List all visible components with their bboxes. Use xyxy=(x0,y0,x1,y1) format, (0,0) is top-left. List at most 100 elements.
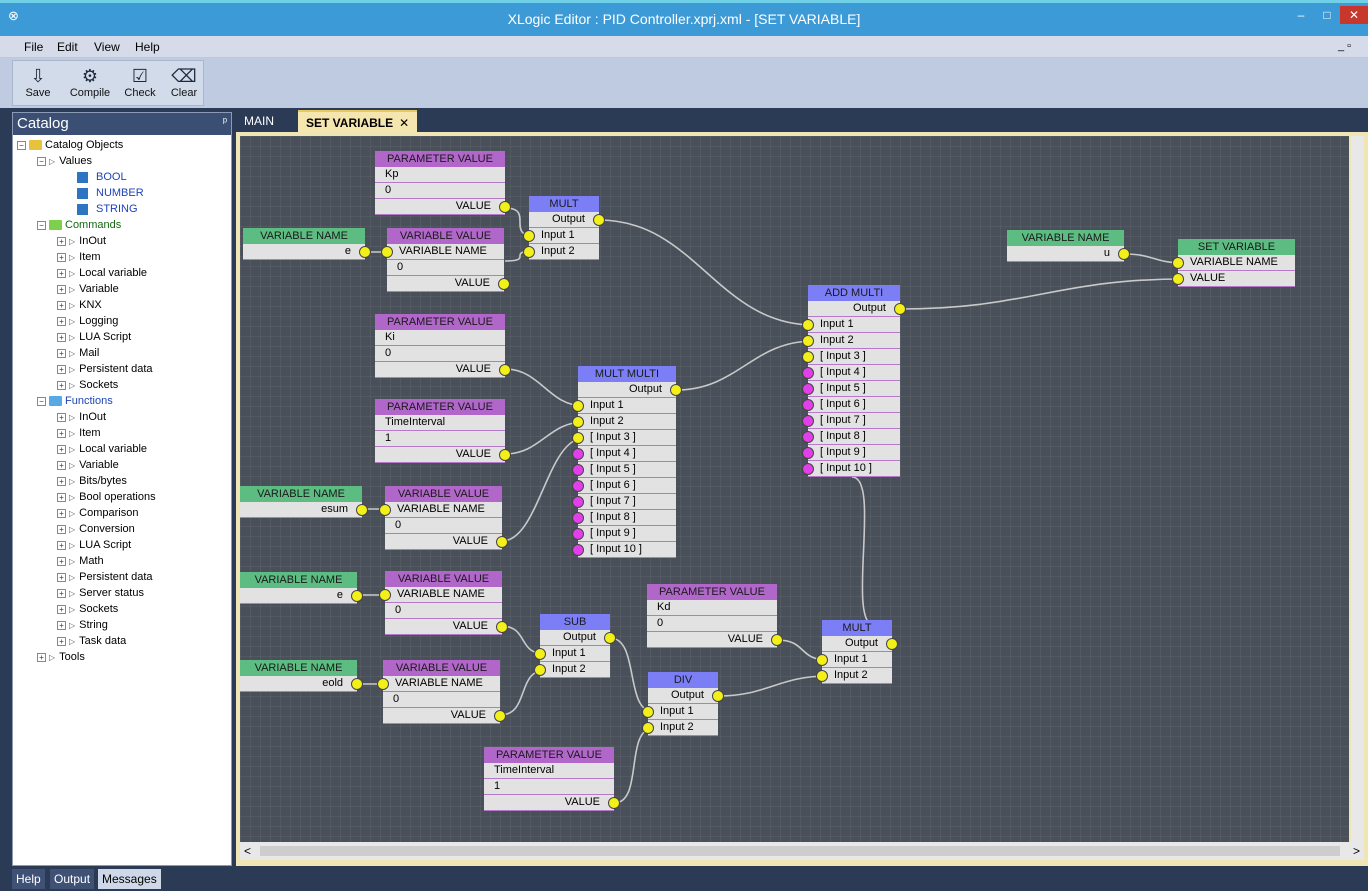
tree-item[interactable]: + ▷ Variable xyxy=(57,281,119,297)
output-port[interactable] xyxy=(608,797,620,809)
mult-node[interactable]: MULT Output Input 1 Input 2 xyxy=(523,196,605,260)
tab-set-variable[interactable]: SET VARIABLE ✕ xyxy=(298,110,418,132)
tree-item[interactable]: + ▷ Item xyxy=(57,249,101,265)
tree-item[interactable]: + ▷ InOut xyxy=(57,409,106,425)
output-port[interactable] xyxy=(494,710,506,722)
scroll-right-icon[interactable]: > xyxy=(1353,844,1360,858)
scroll-thumb[interactable] xyxy=(260,846,1340,856)
optional-port[interactable] xyxy=(572,464,584,476)
pin-icon[interactable]: ᵖ xyxy=(223,116,227,128)
input-port[interactable] xyxy=(1172,257,1184,269)
optional-port[interactable] xyxy=(802,447,814,459)
input-port[interactable] xyxy=(377,678,389,690)
sub-node[interactable]: SUB Output Input 1 Input 2 xyxy=(534,614,616,678)
menu-edit[interactable]: Edit xyxy=(57,40,78,54)
maximize-button[interactable]: □ xyxy=(1314,6,1340,24)
input-port[interactable] xyxy=(802,351,814,363)
output-port[interactable] xyxy=(593,214,605,226)
output-port[interactable] xyxy=(604,632,616,644)
tree-item[interactable]: + ▷ Task data xyxy=(57,633,126,649)
check-button[interactable]: ☑ Check xyxy=(119,65,161,105)
input-port[interactable] xyxy=(572,432,584,444)
tree-value-bool[interactable]: BOOL xyxy=(77,169,127,185)
menu-help[interactable]: Help xyxy=(135,40,160,54)
output-port[interactable] xyxy=(496,536,508,548)
tree-item[interactable]: + ▷ InOut xyxy=(57,233,106,249)
output-port[interactable] xyxy=(499,364,511,376)
optional-port[interactable] xyxy=(572,496,584,508)
tree-item[interactable]: + ▷ Comparison xyxy=(57,505,138,521)
tree-item[interactable]: + ▷ Bits/bytes xyxy=(57,473,127,489)
tab-close-icon[interactable]: ✕ xyxy=(399,116,409,130)
tree-functions[interactable]: − Functions xyxy=(37,393,113,409)
output-port[interactable] xyxy=(499,201,511,213)
variable-value-node[interactable]: VARIABLE VALUE VARIABLE NAME 0 VALUE xyxy=(377,660,506,724)
minimize-button[interactable]: – xyxy=(1288,6,1314,24)
output-port[interactable] xyxy=(356,504,368,516)
output-port[interactable] xyxy=(670,384,682,396)
input-port[interactable] xyxy=(816,670,828,682)
bottom-tab-output[interactable]: Output xyxy=(50,869,95,889)
input-port[interactable] xyxy=(802,335,814,347)
input-port[interactable] xyxy=(379,589,391,601)
output-port[interactable] xyxy=(498,278,510,290)
output-port[interactable] xyxy=(351,678,363,690)
tree-tools[interactable]: + ▷ Tools xyxy=(37,649,85,665)
output-port[interactable] xyxy=(351,590,363,602)
tree-item[interactable]: + ▷ Persistent data xyxy=(57,569,153,585)
parameter-value-node[interactable]: PARAMETER VALUE Kd 0 VALUE xyxy=(647,584,783,648)
optional-port[interactable] xyxy=(802,415,814,427)
tree-value-string[interactable]: STRING xyxy=(77,201,138,217)
tree-item[interactable]: + ▷ Bool operations xyxy=(57,489,156,505)
tree-item[interactable]: + ▷ KNX xyxy=(57,297,102,313)
input-port[interactable] xyxy=(816,654,828,666)
variable-name-node[interactable]: VARIABLE NAME eold xyxy=(240,660,363,692)
tree-item[interactable]: + ▷ Local variable xyxy=(57,441,147,457)
output-port[interactable] xyxy=(1118,248,1130,260)
variable-value-node[interactable]: VARIABLE VALUE VARIABLE NAME 0 VALUE xyxy=(379,486,508,550)
tree-item[interactable]: + ▷ Sockets xyxy=(57,377,118,393)
tree-item[interactable]: + ▷ Sockets xyxy=(57,601,118,617)
output-port[interactable] xyxy=(359,246,371,258)
optional-port[interactable] xyxy=(572,512,584,524)
input-port[interactable] xyxy=(523,230,535,242)
variable-value-node[interactable]: VARIABLE VALUE VARIABLE NAME 0 VALUE xyxy=(379,571,508,635)
variable-name-node[interactable]: VARIABLE NAME e xyxy=(243,228,371,260)
horizontal-scrollbar[interactable]: < > xyxy=(240,842,1364,860)
output-port[interactable] xyxy=(886,638,898,650)
set-variable-node[interactable]: SET VARIABLE VARIABLE NAME VALUE xyxy=(1172,239,1295,287)
tree-item[interactable]: + ▷ Math xyxy=(57,553,104,569)
input-port[interactable] xyxy=(1172,273,1184,285)
variable-name-node[interactable]: VARIABLE NAME esum xyxy=(240,486,368,518)
output-port[interactable] xyxy=(496,621,508,633)
variable-value-node[interactable]: VARIABLE VALUE VARIABLE NAME 0 VALUE xyxy=(381,228,510,292)
mult-node[interactable]: MULT Output Input 1 Input 2 xyxy=(816,620,898,684)
tree-item[interactable]: + ▷ Persistent data xyxy=(57,361,153,377)
save-button[interactable]: ⇩ Save xyxy=(17,65,59,105)
parameter-value-node[interactable]: PARAMETER VALUE TimeInterval 1 VALUE xyxy=(375,399,511,463)
div-node[interactable]: DIV Output Input 1 Input 2 xyxy=(642,672,724,736)
bottom-tab-messages[interactable]: Messages xyxy=(98,869,161,889)
tree-item[interactable]: + ▷ String xyxy=(57,617,108,633)
scroll-left-icon[interactable]: < xyxy=(244,844,251,858)
variable-name-node[interactable]: VARIABLE NAME u xyxy=(1007,230,1130,262)
variable-name-node[interactable]: VARIABLE NAME e xyxy=(240,572,363,604)
tab-main[interactable]: MAIN xyxy=(236,110,282,132)
optional-port[interactable] xyxy=(572,480,584,492)
optional-port[interactable] xyxy=(572,544,584,556)
tree-item[interactable]: + ▷ Mail xyxy=(57,345,99,361)
tree-item[interactable]: + ▷ LUA Script xyxy=(57,329,131,345)
input-port[interactable] xyxy=(523,246,535,258)
optional-port[interactable] xyxy=(802,431,814,443)
menu-view[interactable]: View xyxy=(94,40,120,54)
add-multi-node[interactable]: ADD MULTI Output Input 1 Input 2 [ Input 3 ]… xyxy=(802,285,906,477)
output-port[interactable] xyxy=(894,303,906,315)
tree-item[interactable]: + ▷ Item xyxy=(57,425,101,441)
tree-item[interactable]: + ▷ Variable xyxy=(57,457,119,473)
parameter-value-node[interactable]: PARAMETER VALUE Ki 0 VALUE xyxy=(375,314,511,378)
optional-port[interactable] xyxy=(802,399,814,411)
output-port[interactable] xyxy=(499,449,511,461)
tree-commands[interactable]: − Commands xyxy=(37,217,121,233)
parameter-value-node[interactable]: PARAMETER VALUE Kp 0 VALUE xyxy=(375,151,511,215)
input-port[interactable] xyxy=(534,664,546,676)
